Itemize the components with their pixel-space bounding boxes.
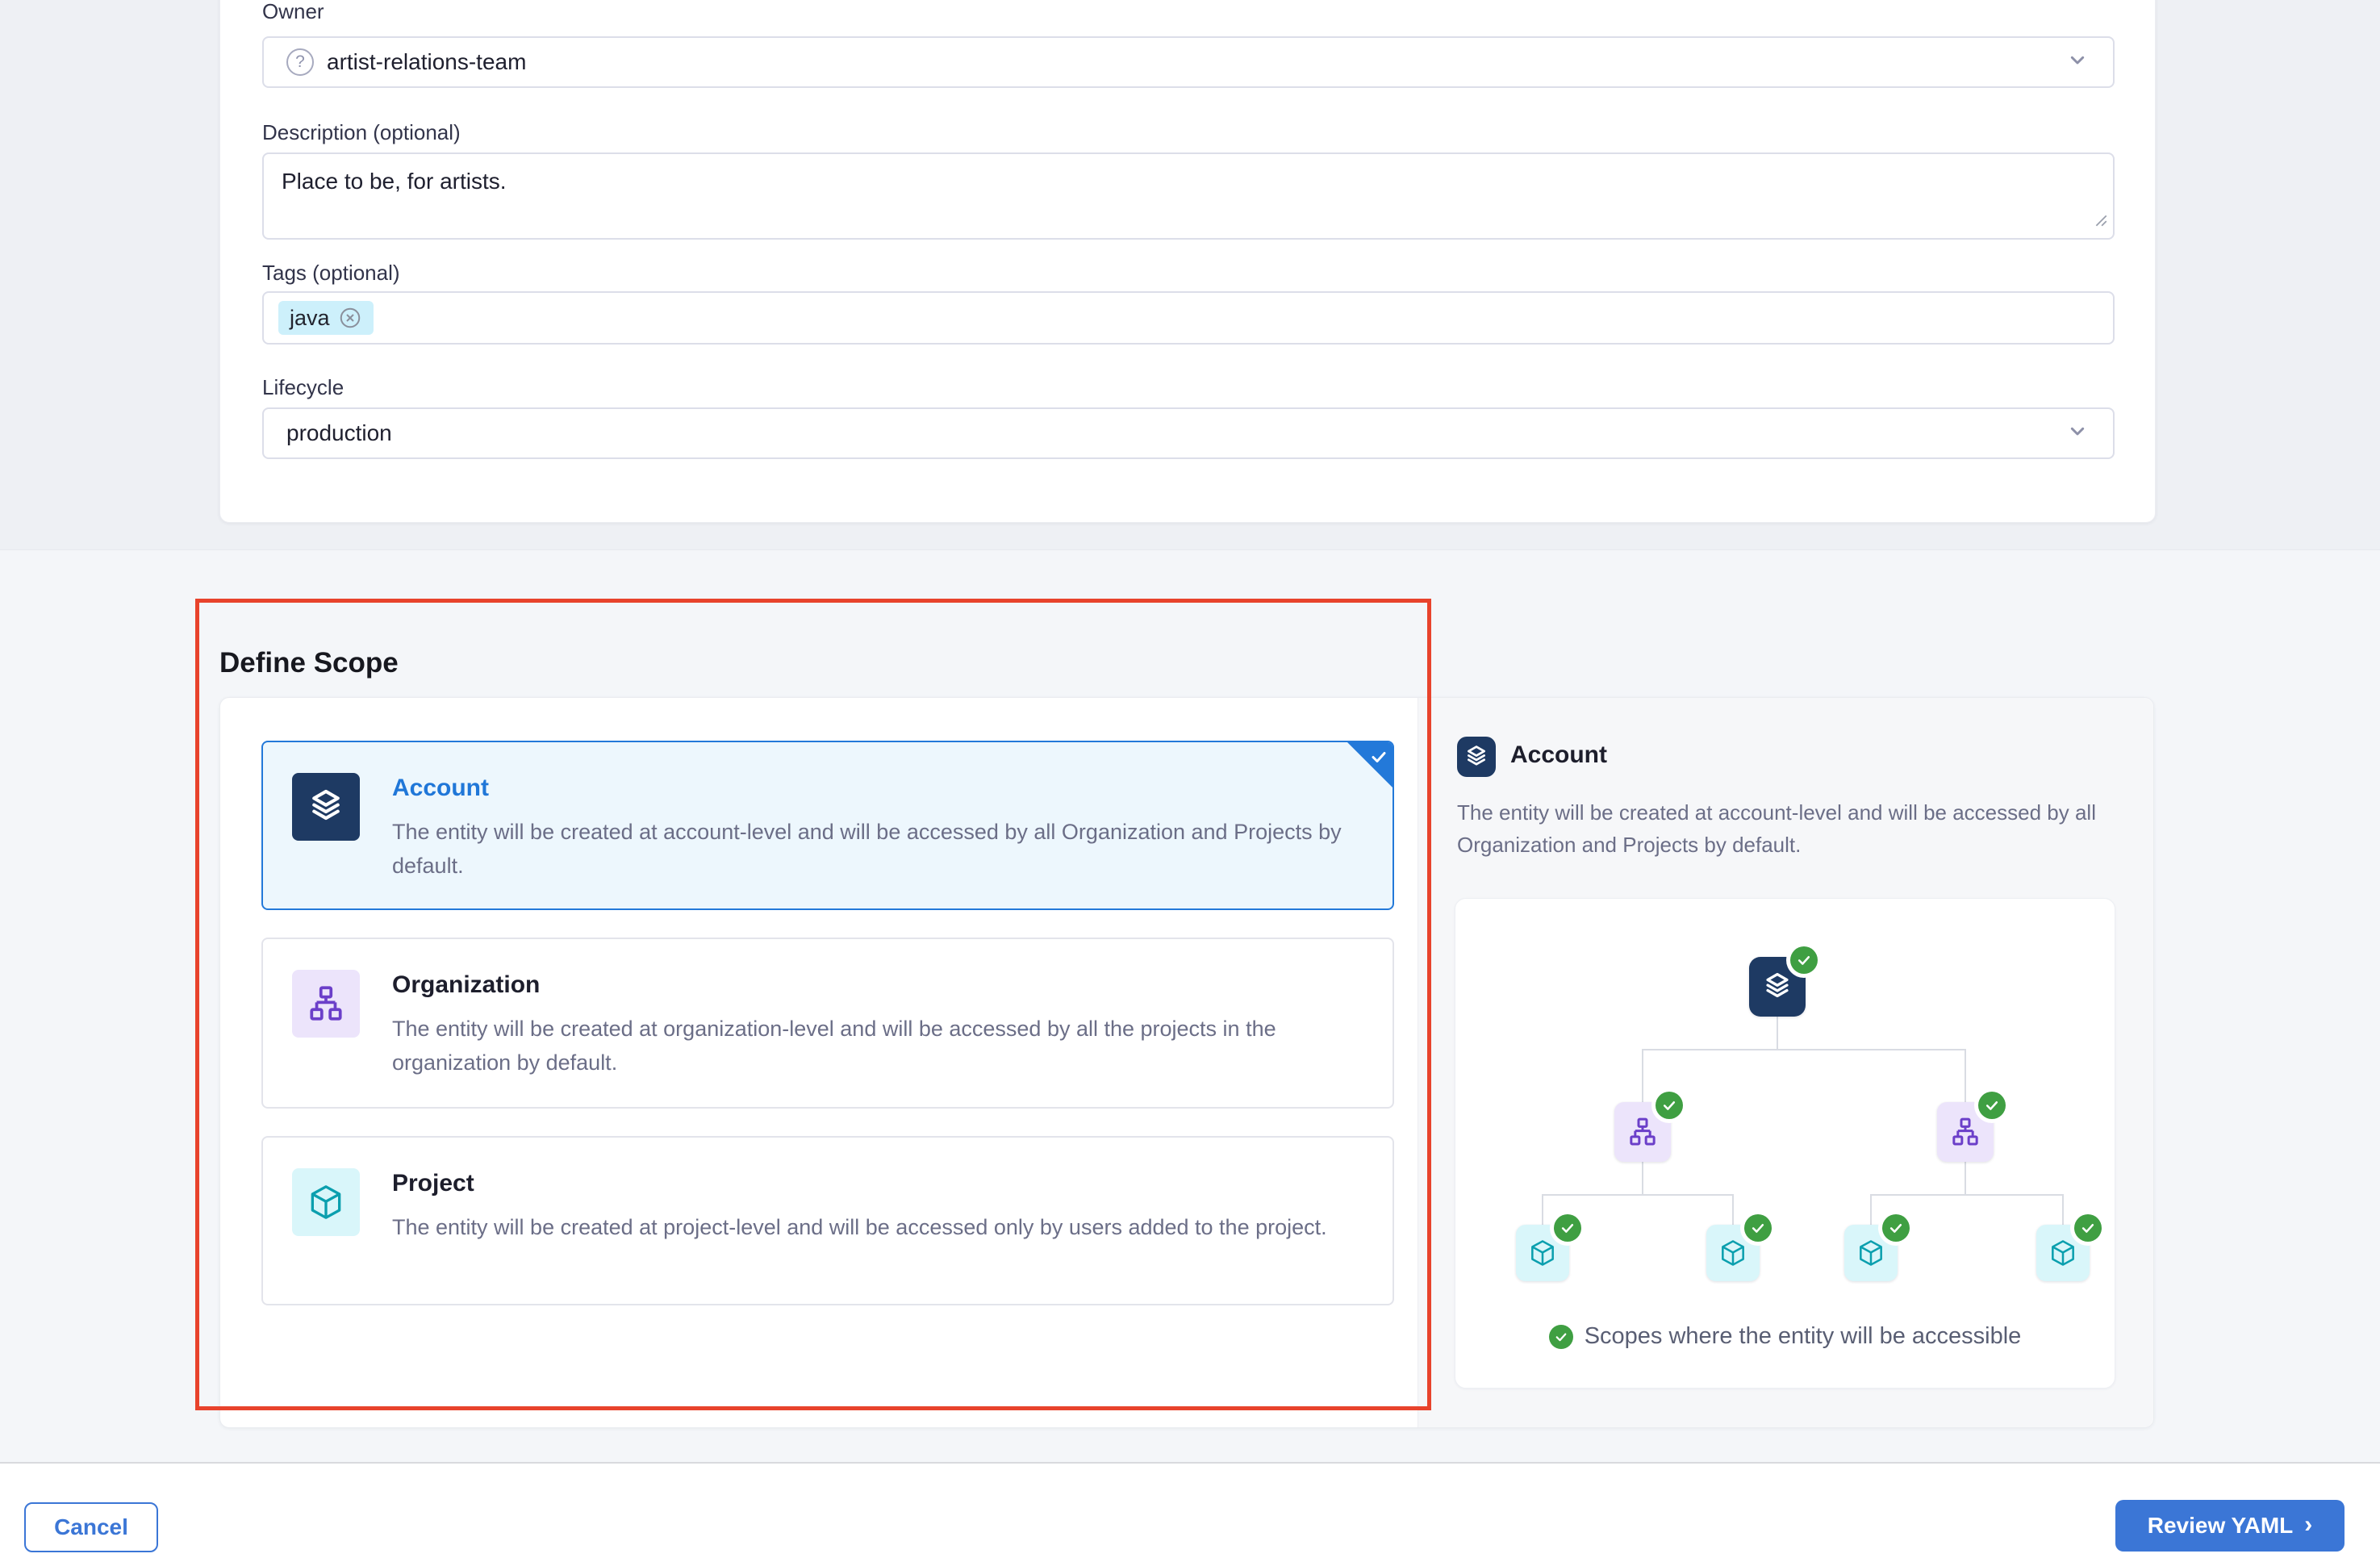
scope-hierarchy-diagram: Scopes where the entity will be accessib… bbox=[1455, 898, 2115, 1389]
connector-line bbox=[2062, 1194, 2064, 1225]
cube-icon bbox=[2048, 1238, 2078, 1268]
preview-title: Account bbox=[1510, 741, 1607, 769]
connector-line bbox=[1642, 1049, 1966, 1050]
remove-tag-icon[interactable] bbox=[338, 306, 362, 330]
diagram-organization-node bbox=[1937, 1102, 1994, 1162]
selected-check-icon bbox=[1347, 741, 1393, 788]
description-label: Description (optional) bbox=[262, 120, 461, 145]
preview-description: The entity will be created at account-le… bbox=[1457, 796, 2207, 861]
lifecycle-label: Lifecycle bbox=[262, 375, 344, 400]
scope-option-title: Project bbox=[392, 1170, 1327, 1197]
diagram-project-node bbox=[2036, 1225, 2090, 1281]
account-layers-icon bbox=[1457, 737, 1496, 777]
owner-label: Owner bbox=[262, 0, 324, 24]
connector-line bbox=[1642, 1049, 1643, 1102]
check-badge-icon bbox=[1744, 1214, 1772, 1242]
scope-option-description: The entity will be created at organizati… bbox=[392, 1012, 1363, 1080]
scope-option-account[interactable]: Account The entity will be created at ac… bbox=[261, 741, 1394, 910]
org-chart-icon bbox=[292, 970, 360, 1038]
connector-line bbox=[1542, 1194, 1734, 1196]
check-badge-icon bbox=[1882, 1214, 1910, 1242]
cube-icon bbox=[1856, 1238, 1886, 1268]
scope-option-title: Organization bbox=[392, 971, 1363, 999]
cancel-button[interactable]: Cancel bbox=[24, 1502, 158, 1552]
check-badge-icon bbox=[1790, 946, 1818, 974]
lifecycle-value: production bbox=[286, 420, 392, 446]
connector-line bbox=[1642, 1162, 1643, 1194]
cube-icon bbox=[292, 1168, 360, 1236]
review-yaml-button[interactable]: Review YAML › bbox=[2115, 1500, 2345, 1552]
org-chart-icon bbox=[1626, 1116, 1659, 1148]
check-badge-icon bbox=[1554, 1214, 1581, 1242]
layers-icon bbox=[292, 773, 360, 841]
connector-line bbox=[1965, 1162, 1966, 1194]
org-chart-icon bbox=[1949, 1116, 1981, 1148]
connector-line bbox=[1732, 1194, 1734, 1225]
layers-icon bbox=[1760, 970, 1794, 1004]
tags-input[interactable]: java bbox=[262, 291, 2115, 345]
scope-option-description: The entity will be created at account-le… bbox=[392, 815, 1344, 883]
connector-line bbox=[1542, 1194, 1543, 1225]
connector-line bbox=[1965, 1049, 1966, 1102]
tag-chip: java bbox=[278, 301, 374, 335]
cube-icon bbox=[1718, 1238, 1748, 1268]
connector-line bbox=[1870, 1194, 1872, 1225]
entity-wizard-page: Owner ? artist-relations-team Descriptio… bbox=[0, 0, 2380, 1562]
diagram-caption-text: Scopes where the entity will be accessib… bbox=[1585, 1323, 2022, 1350]
tags-label: Tags (optional) bbox=[262, 261, 400, 286]
owner-select[interactable]: ? artist-relations-team bbox=[262, 36, 2115, 88]
define-scope-title: Define Scope bbox=[219, 647, 399, 679]
check-circle-icon bbox=[1549, 1325, 1573, 1349]
diagram-project-node bbox=[1844, 1225, 1898, 1281]
description-value: Place to be, for artists. bbox=[282, 169, 507, 194]
diagram-project-node bbox=[1706, 1225, 1760, 1281]
diagram-caption: Scopes where the entity will be accessib… bbox=[1455, 1323, 2115, 1350]
wizard-footer: Cancel Review YAML › bbox=[0, 1462, 2380, 1562]
connector-line bbox=[1777, 1017, 1778, 1049]
cube-icon bbox=[1527, 1238, 1558, 1268]
review-yaml-label: Review YAML bbox=[2148, 1513, 2294, 1539]
chevron-right-icon: › bbox=[2304, 1511, 2312, 1539]
chevron-down-icon bbox=[2065, 418, 2090, 449]
description-textarea[interactable]: Place to be, for artists. bbox=[262, 152, 2115, 240]
owner-value: artist-relations-team bbox=[327, 49, 526, 75]
scope-option-organization[interactable]: Organization The entity will be created … bbox=[261, 938, 1394, 1109]
tag-chip-label: java bbox=[290, 306, 330, 331]
diagram-account-node bbox=[1749, 957, 1806, 1017]
scope-option-description: The entity will be created at project-le… bbox=[392, 1210, 1327, 1244]
diagram-organization-node bbox=[1614, 1102, 1671, 1162]
check-badge-icon bbox=[2074, 1214, 2102, 1242]
diagram-project-node bbox=[1516, 1225, 1569, 1281]
scope-preview-pane: Account The entity will be created at ac… bbox=[1418, 698, 2153, 1427]
help-icon: ? bbox=[286, 48, 314, 76]
connector-line bbox=[1870, 1194, 2064, 1196]
lifecycle-select[interactable]: production bbox=[262, 407, 2115, 459]
check-badge-icon bbox=[1978, 1092, 2006, 1119]
resize-grip-icon[interactable] bbox=[2094, 207, 2108, 233]
scope-option-project[interactable]: Project The entity will be created at pr… bbox=[261, 1136, 1394, 1305]
check-badge-icon bbox=[1656, 1092, 1683, 1119]
entity-details-card: Owner ? artist-relations-team Descriptio… bbox=[219, 0, 2156, 523]
chevron-down-icon bbox=[2065, 47, 2090, 78]
scope-option-title: Account bbox=[392, 775, 1344, 802]
